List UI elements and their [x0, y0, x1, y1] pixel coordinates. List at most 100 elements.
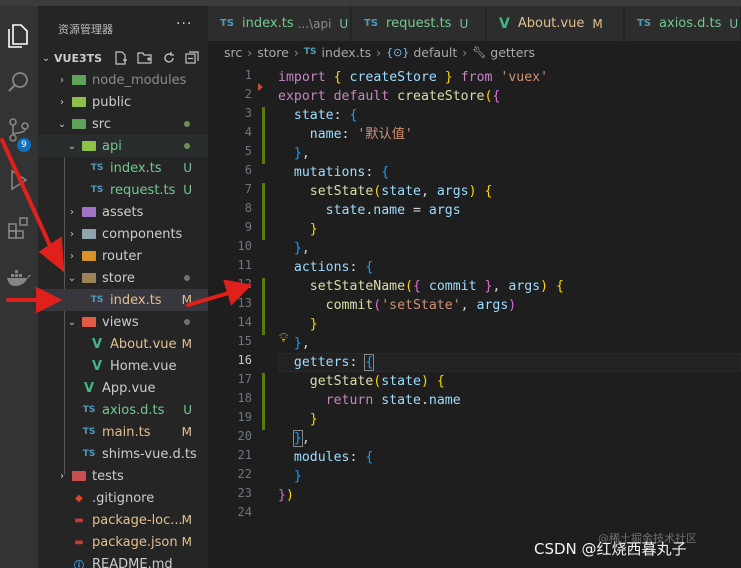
tree-file-about[interactable]: V About.vue M	[38, 333, 208, 355]
tree-item-label: .gitignore	[92, 490, 155, 506]
breadcrumb-item[interactable]: default	[413, 45, 457, 60]
tree-item-label: main.ts	[102, 424, 151, 440]
tree-file-shims[interactable]: TS shims-vue.d.ts	[38, 443, 208, 465]
tree-file-api-index[interactable]: TS index.ts U	[38, 157, 208, 179]
folder-icon	[80, 271, 98, 285]
tab-status: U	[459, 16, 469, 31]
tree-item-label: node_modules	[92, 72, 187, 88]
tree-file-store-index[interactable]: TS index.ts M	[38, 289, 208, 311]
typescript-icon: TS	[220, 18, 235, 29]
code-line: }	[309, 317, 318, 332]
chevron-right-icon: ›	[60, 470, 64, 482]
editor-tabs: TS index.ts ...\api U TS request.ts U V …	[208, 6, 741, 41]
sidebar-title: 资源管理器	[58, 23, 113, 36]
code-line: mutations: {	[293, 165, 390, 180]
tab-status: M	[592, 16, 603, 31]
tree-file-package-json[interactable]: ▬ package.json M	[38, 531, 208, 553]
git-deleted-marker	[258, 83, 263, 91]
npm-icon: ▬	[74, 514, 84, 526]
line-number: 12	[237, 277, 252, 291]
tree-item-label: assets	[102, 204, 144, 220]
git-modified-bar	[262, 373, 265, 430]
folder-icon	[70, 95, 88, 109]
chevron-right-icon: ›	[70, 228, 74, 240]
chevron-down-icon: ⌄	[41, 52, 51, 64]
breadcrumb-item[interactable]: index.ts	[322, 45, 372, 60]
tree-file-axios-dts[interactable]: TS axios.d.ts U	[38, 399, 208, 421]
tab-status: U	[339, 16, 349, 31]
code-line: import { createStore } from 'vuex'	[278, 70, 549, 85]
run-debug-icon[interactable]	[5, 166, 33, 194]
new-folder-icon[interactable]	[137, 51, 153, 65]
typescript-icon: TS	[82, 449, 96, 459]
project-name: VUE3TS	[54, 51, 103, 65]
breadcrumb-item[interactable]: src	[224, 45, 242, 60]
tree-file-gitignore[interactable]: ◆ .gitignore	[38, 487, 208, 509]
line-number: 23	[237, 486, 252, 500]
typescript-icon: TS	[90, 295, 104, 305]
tree-folder-tests[interactable]: › tests	[38, 465, 208, 487]
new-file-icon[interactable]	[114, 51, 128, 65]
extensions-icon[interactable]	[5, 214, 33, 242]
tab-about-vue[interactable]: V About.vue M	[487, 6, 624, 41]
search-icon[interactable]	[5, 68, 33, 96]
tree-item-label: store	[102, 270, 135, 286]
code-line: setState(state, args) {	[309, 184, 493, 199]
chevron-down-icon: ⌄	[57, 118, 67, 130]
breadcrumb: src › store › TS index.ts › {⊙} default …	[208, 41, 741, 63]
tree-folder-public[interactable]: › public	[38, 91, 208, 113]
code-line: },	[293, 241, 310, 256]
line-number: 13	[237, 296, 252, 310]
tree-file-main[interactable]: TS main.ts M	[38, 421, 208, 443]
git-status: M	[181, 513, 192, 527]
ellipsis-icon[interactable]: ···	[176, 16, 192, 32]
tree-folder-src[interactable]: ⌄ src	[38, 113, 208, 135]
explorer-icon[interactable]	[5, 22, 33, 50]
chevron-right-icon: ›	[60, 96, 64, 108]
tree-item-label: axios.d.ts	[102, 402, 165, 418]
tree-folder-components[interactable]: › components	[38, 223, 208, 245]
git-status: U	[183, 161, 192, 175]
folder-icon	[80, 227, 98, 241]
tree-folder-assets[interactable]: › assets	[38, 201, 208, 223]
project-header[interactable]: ⌄ VUE3TS	[38, 47, 208, 69]
line-number: 7	[244, 182, 252, 196]
git-status: M	[181, 425, 192, 439]
tree-file-readme[interactable]: ⓘ README.md	[38, 553, 208, 568]
tree-item-label: README.md	[92, 556, 173, 568]
code-editor[interactable]: 1 2 3 4 5 6 7 8 9 10 11 12 13 14 15 16 1…	[208, 63, 741, 568]
code-line: modules: {	[293, 450, 374, 465]
folder-icon	[70, 117, 88, 131]
collapse-all-icon[interactable]	[185, 51, 199, 65]
docker-icon[interactable]	[5, 264, 33, 292]
tree-folder-store[interactable]: ⌄ store	[38, 267, 208, 289]
tree-file-request[interactable]: TS request.ts U	[38, 179, 208, 201]
tree-item-label: shims-vue.d.ts	[102, 446, 197, 462]
tree-folder-router[interactable]: › router	[38, 245, 208, 267]
code-line: }	[309, 222, 318, 237]
tab-request[interactable]: TS request.ts U	[352, 6, 486, 41]
code-line: getState(state) {	[309, 374, 445, 389]
git-modified-bar	[262, 183, 265, 240]
tab-label: request.ts	[386, 16, 452, 31]
breadcrumb-item[interactable]: store	[257, 45, 289, 60]
git-status: U	[183, 403, 192, 417]
tree-file-package-lock[interactable]: ▬ package-loc... M	[38, 509, 208, 531]
tree-file-home[interactable]: V Home.vue	[38, 355, 208, 377]
tab-api-index[interactable]: TS index.ts ...\api U	[208, 6, 351, 41]
tree-folder-node_modules[interactable]: › node_modules	[38, 69, 208, 91]
line-number: 19	[237, 410, 252, 424]
tree-item-label: index.ts	[110, 292, 162, 308]
line-number: 17	[237, 372, 252, 386]
folder-icon	[70, 73, 88, 87]
refresh-icon[interactable]	[162, 51, 176, 65]
code-line: getters: {	[293, 354, 375, 371]
tree-file-app[interactable]: V App.vue	[38, 377, 208, 399]
tree-folder-api[interactable]: ⌄ api	[38, 135, 208, 157]
code-line: state: {	[293, 108, 358, 123]
tree-folder-views[interactable]: ⌄ views	[38, 311, 208, 333]
tree-item-label: index.ts	[110, 160, 162, 176]
breadcrumb-item[interactable]: getters	[490, 45, 535, 60]
line-number: 3	[244, 106, 252, 120]
tab-axios-dts[interactable]: TS axios.d.ts U	[625, 6, 741, 41]
